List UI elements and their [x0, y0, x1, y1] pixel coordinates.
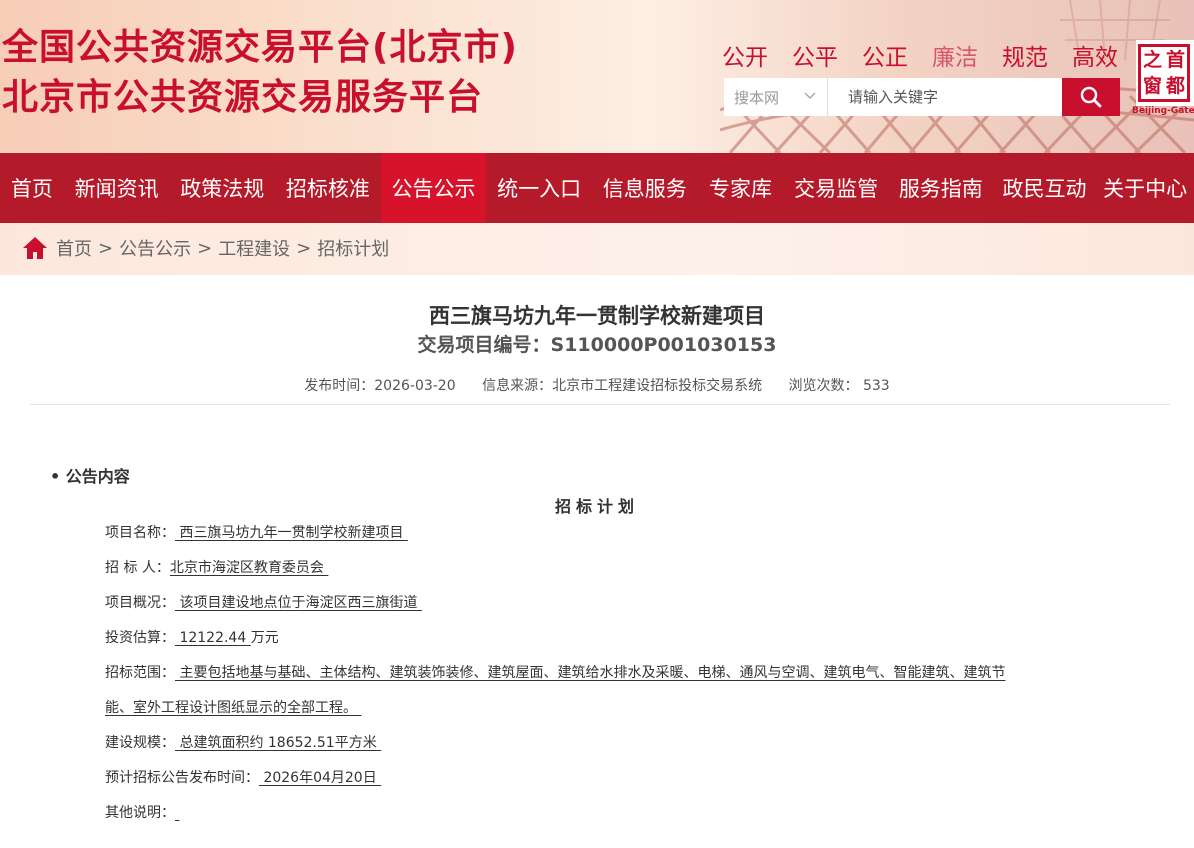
- slogan-list: 公开 公平 公正 廉洁 规范 高效: [722, 38, 1142, 72]
- field-label: 招标范围：: [105, 665, 175, 681]
- divider: [30, 404, 1170, 405]
- nav-item-home[interactable]: 首页: [0, 153, 64, 223]
- search-button[interactable]: [1062, 78, 1120, 116]
- field-label: 项目名称：: [105, 525, 175, 541]
- logo-char: 首: [1165, 49, 1185, 71]
- slogan-4: 廉洁: [932, 45, 978, 71]
- field-label: 投资估算：: [105, 630, 175, 646]
- breadcrumb: 首页 > 公告公示 > 工程建设 > 招标计划: [22, 235, 389, 261]
- birds-nest-banner-image: [720, 0, 1194, 153]
- slogan-6: 高效: [1072, 45, 1118, 71]
- field-label: 建设规模：: [105, 735, 175, 751]
- breadcrumb-separator: >: [98, 237, 114, 259]
- article-title: 西三旗马坊九年一贯制学校新建项目: [429, 304, 765, 328]
- nav-item-service-guide[interactable]: 服务指南: [889, 153, 993, 223]
- nav-item-expert-library[interactable]: 专家库: [698, 153, 784, 223]
- field-label: 项目概况：: [105, 595, 175, 611]
- info-source: 信息来源：北京市工程建设招标投标交易系统: [482, 378, 763, 394]
- chevron-down-icon: [804, 92, 816, 100]
- search-icon: [1080, 86, 1102, 108]
- field-project-name: 项目名称： 西三旗马坊九年一贯制学校新建项目: [105, 523, 1085, 558]
- nav-item-interaction[interactable]: 政民互动: [993, 153, 1097, 223]
- field-value: 该项目建设地点位于海淀区西三旗街道: [175, 595, 422, 611]
- breadcrumb-engineering[interactable]: 工程建设: [218, 235, 290, 261]
- slogan-1: 公开: [722, 45, 768, 71]
- breadcrumb-bid-plan[interactable]: 招标计划: [317, 235, 389, 261]
- nav-item-news[interactable]: 新闻资讯: [64, 153, 170, 223]
- field-overview: 项目概况： 该项目建设地点位于海淀区西三旗街道: [105, 593, 1085, 628]
- nav-item-about[interactable]: 关于中心: [1096, 153, 1194, 223]
- breadcrumb-home[interactable]: 首页: [56, 235, 92, 261]
- logo-char: 都: [1165, 75, 1185, 97]
- logo-english-text: Beijing-Gate: [1132, 106, 1194, 116]
- field-label: 招 标 人：: [105, 560, 170, 576]
- plan-details: 项目名称： 西三旗马坊九年一贯制学校新建项目 招 标 人：北京市海淀区教育委员会…: [105, 523, 1085, 838]
- field-label: 预计招标公告发布时间：: [105, 770, 259, 786]
- nav-item-info-services[interactable]: 信息服务: [592, 153, 698, 223]
- field-value: 西三旗马坊九年一贯制学校新建项目: [175, 525, 408, 541]
- search-bar: 搜本网: [724, 78, 1120, 116]
- nav-item-policy[interactable]: 政策法规: [169, 153, 275, 223]
- section-heading: • 公告内容: [50, 467, 130, 486]
- field-tenderer: 招 标 人：北京市海淀区教育委员会: [105, 558, 1085, 593]
- breadcrumb-separator: >: [197, 237, 213, 259]
- nav-item-supervision[interactable]: 交易监管: [783, 153, 889, 223]
- slogan-2: 公平: [792, 45, 838, 71]
- logo-char: 之: [1142, 49, 1162, 71]
- field-value: 主要包括地基与基础、主体结构、建筑装饰装修、建筑屋面、建筑给水排水及采暖、电梯、…: [175, 665, 1006, 681]
- capital-window-logo[interactable]: 之 首 窗 都 Beijing-Gate: [1132, 40, 1194, 116]
- field-scope-continued: 能、室外工程设计图纸显示的全部工程。: [105, 698, 1085, 733]
- platform-title-beijing: 北京市公共资源交易服务平台: [2, 77, 484, 118]
- slogan-5: 规范: [1002, 45, 1048, 71]
- home-icon[interactable]: [22, 236, 48, 260]
- nav-item-bid-approval[interactable]: 招标核准: [275, 153, 381, 223]
- field-value: 能、室外工程设计图纸显示的全部工程。: [105, 700, 362, 716]
- view-count: 浏览次数： 533: [788, 378, 890, 394]
- platform-title-national: 全国公共资源交易平台(北京市): [2, 27, 518, 68]
- breadcrumb-announcements[interactable]: 公告公示: [119, 235, 191, 261]
- main-nav: 首页 新闻资讯 政策法规 招标核准 公告公示 统一入口 信息服务 专家库 交易监…: [0, 153, 1194, 223]
- search-input[interactable]: [828, 78, 1062, 116]
- field-value: 12122.44: [175, 630, 251, 646]
- publish-time: 发布时间：2026-03-20: [304, 378, 456, 394]
- site-header: 全国公共资源交易平台(北京市) 北京市公共资源交易服务平台 公开 公平 公正 廉…: [0, 0, 1194, 153]
- breadcrumb-bar: 首页 > 公告公示 > 工程建设 > 招标计划: [0, 223, 1194, 275]
- plan-title: 招标计划: [554, 497, 639, 516]
- article-meta: 发布时间：2026-03-20 信息来源：北京市工程建设招标投标交易系统 浏览次…: [0, 375, 1194, 395]
- field-value: 北京市海淀区教育委员会: [169, 560, 329, 576]
- field-label: 其他说明：: [105, 805, 175, 821]
- search-scope-select[interactable]: 搜本网: [724, 78, 828, 116]
- slogan-3: 公正: [862, 45, 908, 71]
- search-scope-label: 搜本网: [734, 88, 780, 107]
- field-other: 其他说明：: [105, 803, 1085, 838]
- field-scale: 建设规模： 总建筑面积约 18652.51平方米: [105, 733, 1085, 768]
- nav-item-unified-entry[interactable]: 统一入口: [486, 153, 592, 223]
- field-unit: 万元: [250, 630, 279, 646]
- field-value: 总建筑面积约 18652.51平方米: [175, 735, 382, 751]
- logo-char: 窗: [1142, 75, 1162, 97]
- field-scope: 招标范围： 主要包括地基与基础、主体结构、建筑装饰装修、建筑屋面、建筑给水排水及…: [105, 663, 1085, 698]
- project-code: 交易项目编号：S110000P001030153: [417, 334, 777, 356]
- field-expected-time: 预计招标公告发布时间： 2026年04月20日: [105, 768, 1085, 803]
- nav-item-announcements[interactable]: 公告公示: [380, 153, 487, 223]
- field-investment: 投资估算： 12122.44 万元: [105, 628, 1085, 663]
- field-value: 2026年04月20日: [259, 770, 382, 786]
- field-value: [175, 805, 179, 821]
- breadcrumb-separator: >: [296, 237, 312, 259]
